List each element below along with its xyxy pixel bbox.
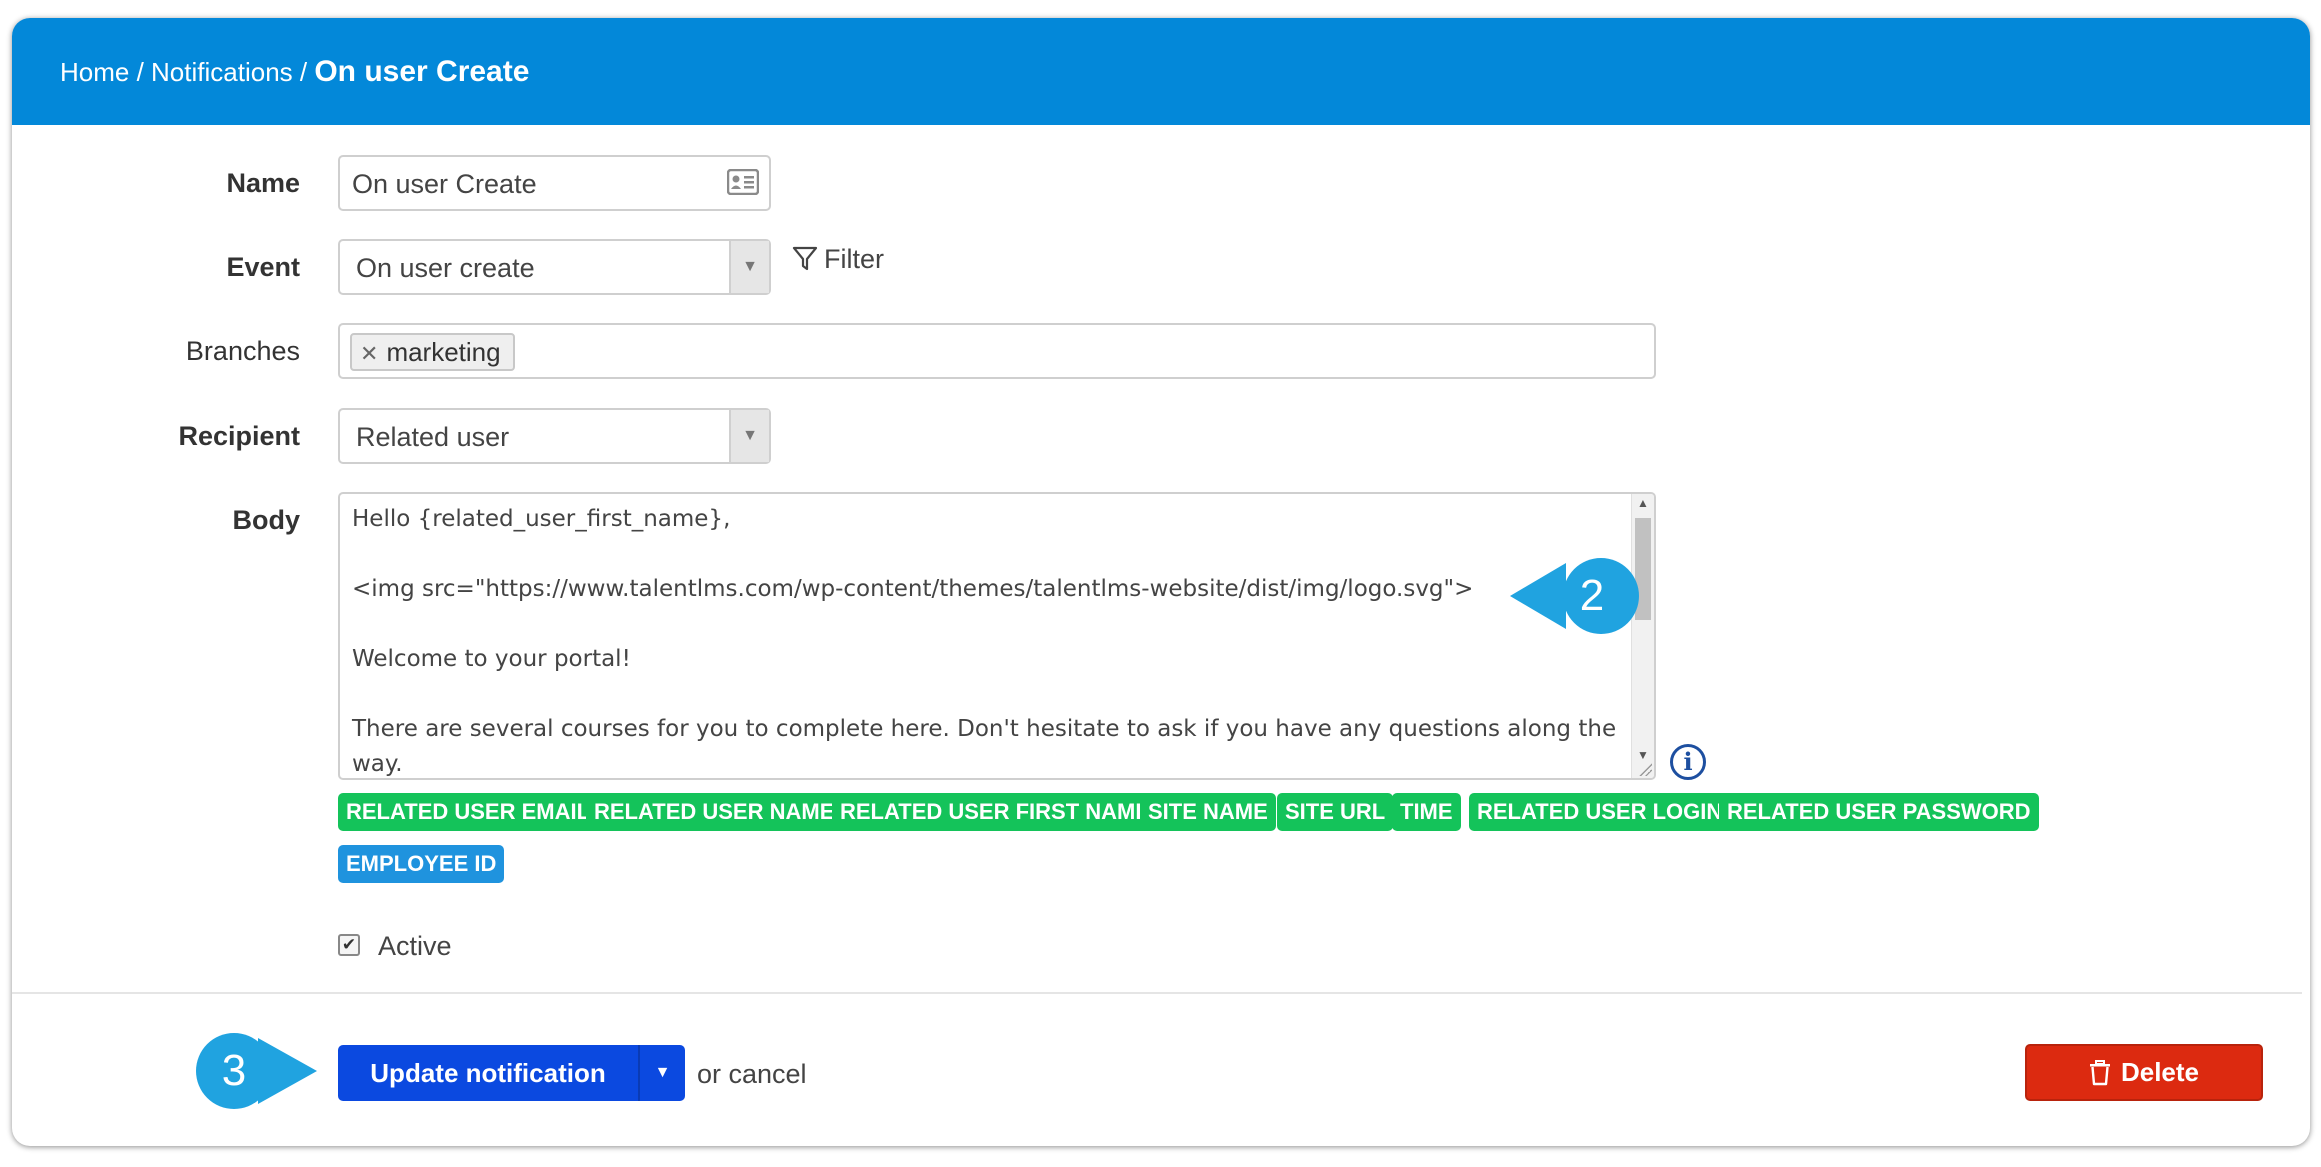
remove-tag-icon[interactable]: ✕ [360,341,378,366]
breadcrumb-separator: / [292,57,315,87]
update-notification-button[interactable]: Update notification [338,1045,638,1101]
breadcrumb: Home / Notifications / On user Create [60,54,529,90]
event-select-value: On user create [356,253,535,283]
filter-icon [792,246,818,271]
resize-handle[interactable] [1638,762,1652,776]
body-line: There are several courses for you to com… [352,716,1617,742]
recipient-select-value: Related user [356,422,510,452]
chevron-down-icon: ▼ [729,241,769,293]
custom-placeholder-chip[interactable]: EMPLOYEE ID [338,845,505,883]
contact-card-icon [727,169,759,195]
body-line: Hello {related_user_first_name}, [352,506,731,532]
filter-label: Filter [824,244,884,274]
placeholder-chip[interactable]: RELATED USER PASSWORD [1719,793,2039,831]
breadcrumb-separator: / [129,57,152,87]
chevron-down-icon: ▼ [729,410,769,462]
body-line: way. [352,751,403,777]
breadcrumb-notifications[interactable]: Notifications [151,57,293,87]
scroll-up-arrow-icon[interactable]: ▲ [1632,496,1654,510]
branches-field[interactable]: ✕ marketing [338,323,1656,379]
body-textarea[interactable]: Hello {related_user_first_name}, <img sr… [338,492,1656,780]
info-icon[interactable]: i [1670,744,1706,780]
cancel-link[interactable]: or cancel [697,1054,807,1094]
event-label: Event [226,252,300,282]
body-line: <img src="https://www.talentlms.com/wp-c… [352,576,1474,602]
body-line: Welcome to your portal! [352,646,631,672]
delete-label: Delete [2120,1057,2200,1087]
page-header: Home / Notifications / On user Create [12,18,2310,125]
event-select[interactable]: On user create ▼ [338,239,771,295]
placeholder-chip[interactable]: RELATED USER LOGIN [1469,793,1731,831]
branches-label: Branches [185,336,300,366]
filter-button[interactable]: Filter [792,241,884,277]
body-label: Body [232,505,301,535]
placeholder-chip[interactable]: RELATED USER EMAIL [338,793,599,831]
breadcrumb-home[interactable]: Home [60,57,129,87]
body-scrollbar[interactable]: ▲ ▼ [1631,494,1654,778]
scroll-down-arrow-icon[interactable]: ▼ [1632,748,1654,762]
trash-icon [2089,1059,2110,1085]
branch-tag: ✕ marketing [350,333,515,371]
name-label: Name [226,168,300,198]
delete-button[interactable]: Delete [2025,1044,2263,1101]
placeholder-chip[interactable]: SITE URL [1277,793,1394,831]
name-field[interactable]: On user Create [338,155,771,211]
active-checkbox[interactable]: ✔ [338,934,360,956]
placeholder-chip[interactable]: SITE NAME [1140,793,1276,831]
page-title: On user Create [314,55,530,88]
active-label: Active [378,931,452,961]
callout-2-label: 2 [1579,571,1605,620]
divider [12,992,2302,994]
placeholder-chip[interactable]: RELATED USER NAME [586,793,843,831]
recipient-label: Recipient [178,421,300,451]
callout-3-label: 3 [221,1046,247,1095]
placeholder-chip[interactable]: TIME [1392,793,1461,831]
caret-down-icon: ▼ [654,1064,671,1081]
name-field-value: On user Create [352,169,537,199]
recipient-select[interactable]: Related user ▼ [338,408,771,464]
placeholder-chip[interactable]: RELATED USER FIRST NAME [832,793,1159,831]
update-options-dropdown[interactable]: ▼ [638,1045,685,1101]
branch-tag-label: marketing [386,337,501,367]
